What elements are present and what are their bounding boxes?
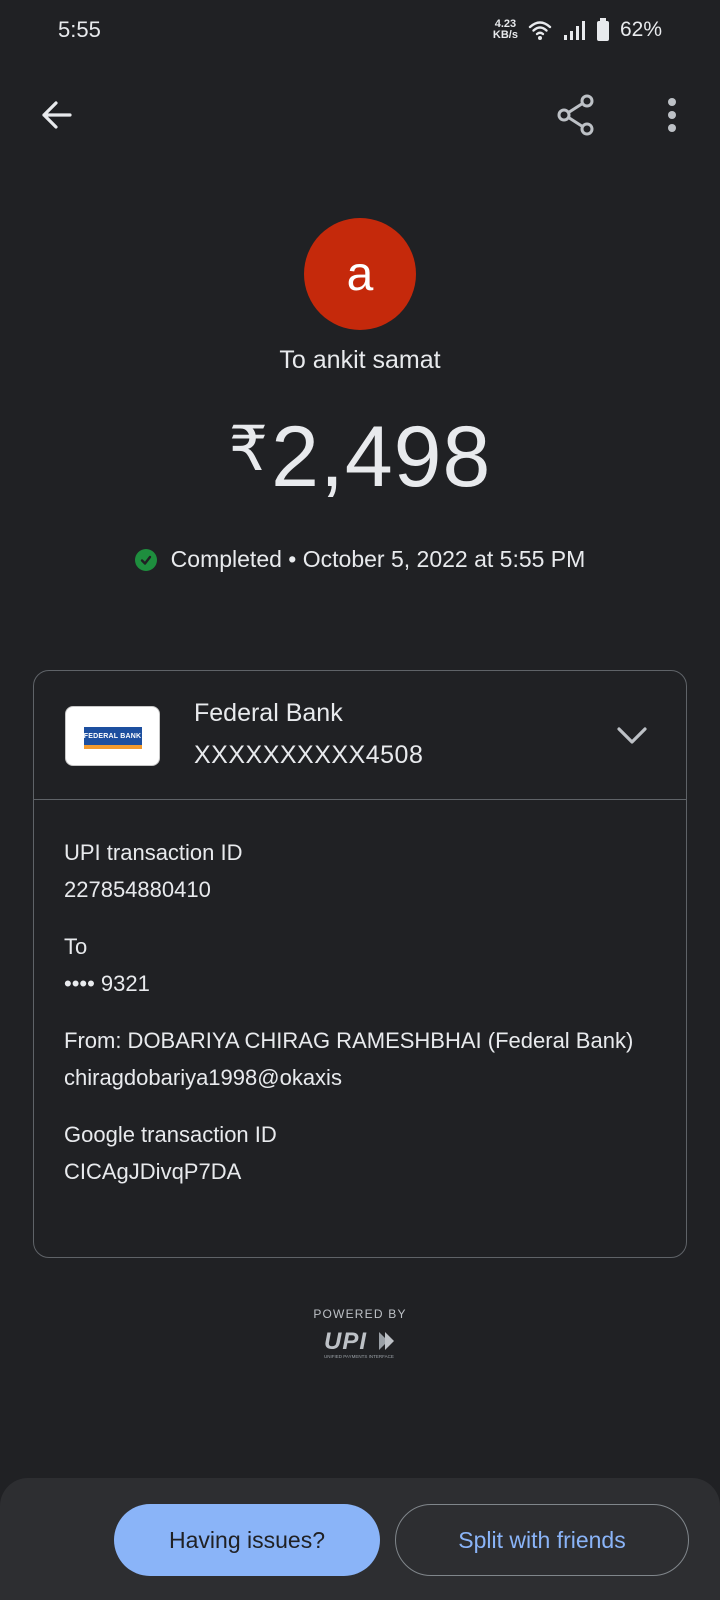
status-time: 5:55 xyxy=(58,17,101,42)
share-button[interactable] xyxy=(546,80,606,150)
transaction-details-card: FEDERAL BANK Federal Bank XXXXXXXXXX4508… xyxy=(33,670,687,1258)
battery-percent: 62% xyxy=(619,18,662,41)
detail-label: Google transaction ID xyxy=(64,1122,277,1147)
bank-logo: FEDERAL BANK xyxy=(65,706,160,766)
bottom-action-bar: Having issues? Split with friends xyxy=(0,1478,720,1600)
detail-label: To xyxy=(64,934,88,959)
having-issues-button[interactable]: Having issues? xyxy=(114,1504,380,1576)
currency-symbol: ₹ xyxy=(228,415,270,484)
upi-logo: UPI UNIFIED PAYMENTS INTERFACE xyxy=(324,1328,394,1359)
bank-logo-text: FEDERAL BANK xyxy=(83,732,142,740)
network-speed: 4.23 KB/s xyxy=(493,19,518,41)
upi-logo-subtext: UNIFIED PAYMENTS INTERFACE xyxy=(324,1354,394,1359)
back-button[interactable] xyxy=(26,80,86,150)
more-vert-icon xyxy=(668,98,676,132)
app-bar xyxy=(0,80,720,150)
status-icons: 4.23 KB/s 62% xyxy=(493,16,662,44)
payee-name: To ankit samat xyxy=(279,346,441,374)
powered-by-label: POWERED BY xyxy=(313,1307,407,1321)
transaction-status: Completed • October 5, 2022 at 5:55 PM xyxy=(0,546,720,573)
detail-label: UPI transaction ID xyxy=(64,840,243,865)
avatar: a xyxy=(304,218,416,330)
share-icon xyxy=(557,94,594,136)
status-separator: • xyxy=(288,546,297,572)
bank-account-number: XXXXXXXXXX4508 xyxy=(194,741,424,769)
battery-icon xyxy=(596,18,609,41)
detail-upi-transaction-id: UPI transaction ID 227854880410 xyxy=(64,834,656,908)
network-speed-unit: KB/s xyxy=(492,29,518,41)
amount-value: 2,498 xyxy=(271,409,492,505)
status-state: Completed xyxy=(170,546,282,572)
detail-to: To •••• 9321 xyxy=(64,928,656,1002)
detail-google-transaction-id: Google transaction ID CICAgJDivqP7DA xyxy=(64,1116,656,1190)
bank-account-row[interactable]: FEDERAL BANK Federal Bank XXXXXXXXXX4508 xyxy=(34,671,686,800)
status-bar: 5:55 4.23 KB/s 62% xyxy=(0,0,720,60)
bank-name: Federal Bank xyxy=(194,699,343,727)
signal-icon xyxy=(563,21,585,40)
detail-value: 227854880410 xyxy=(64,877,211,902)
amount: ₹2,498 xyxy=(0,408,720,507)
upi-logo-text: UPI xyxy=(324,1328,367,1355)
detail-from: From: DOBARIYA CHIRAG RAMESHBHAI (Federa… xyxy=(64,1022,656,1096)
details-list: UPI transaction ID 227854880410 To •••• … xyxy=(34,800,686,1190)
detail-value: CICAgJDivqP7DA xyxy=(64,1159,242,1184)
status-text: Completed • October 5, 2022 at 5:55 PM xyxy=(171,546,586,573)
more-options-button[interactable] xyxy=(642,80,702,150)
detail-label: From: DOBARIYA CHIRAG RAMESHBHAI (Federa… xyxy=(64,1028,634,1053)
check-circle-icon xyxy=(134,548,157,571)
detail-value: chiragdobariya1998@okaxis xyxy=(64,1065,342,1090)
wifi-icon xyxy=(528,21,552,40)
status-datetime: October 5, 2022 at 5:55 PM xyxy=(302,546,586,572)
arrow-left-icon xyxy=(42,101,72,129)
split-with-friends-button[interactable]: Split with friends xyxy=(395,1504,689,1576)
detail-value: •••• 9321 xyxy=(64,971,150,996)
chevron-down-icon[interactable] xyxy=(614,717,650,753)
